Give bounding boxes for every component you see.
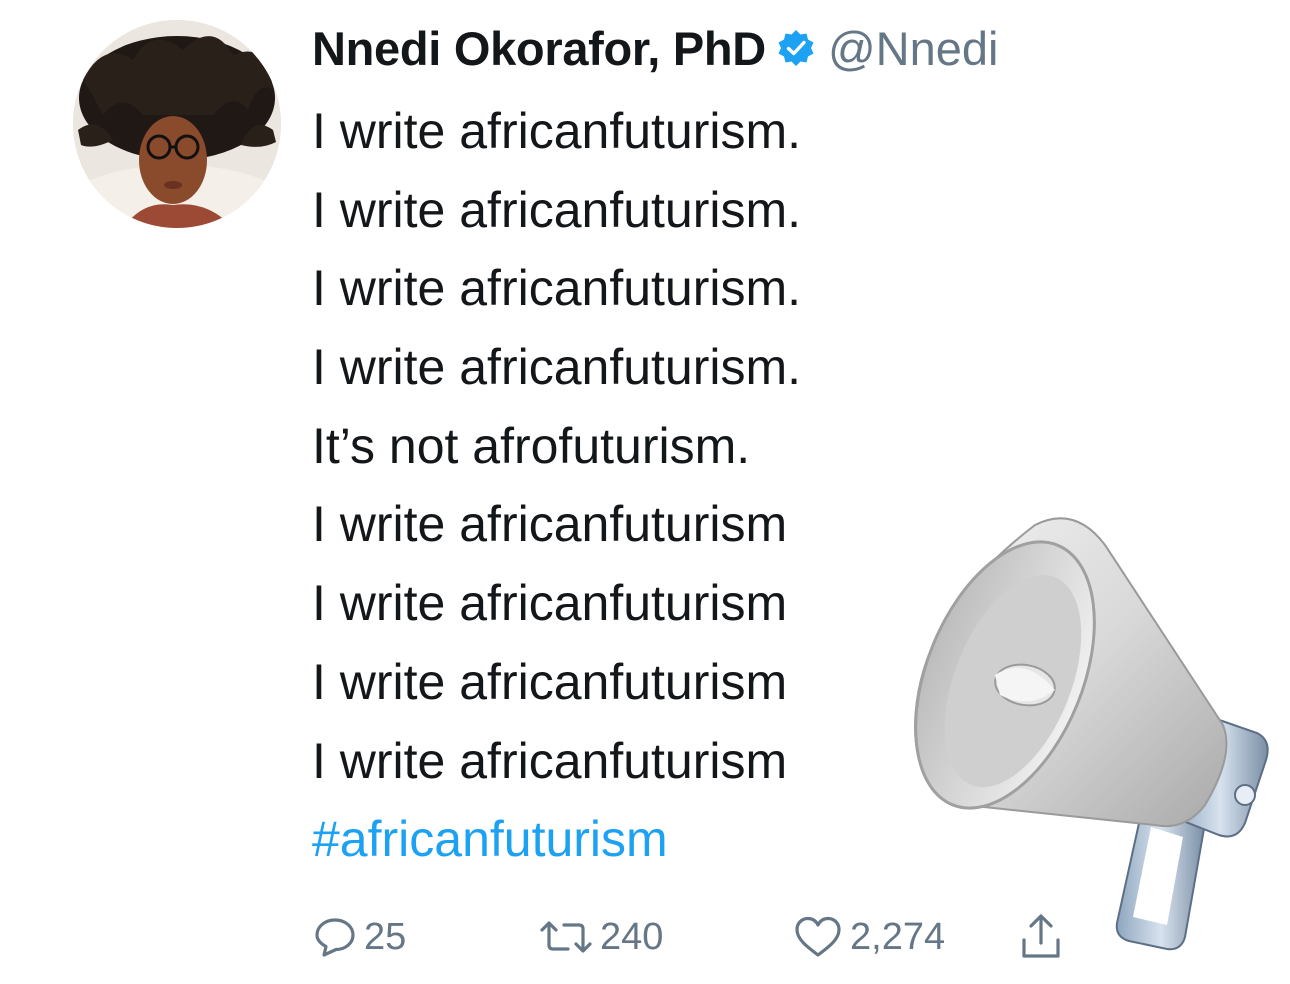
retweet-button[interactable]: 240: [538, 905, 663, 969]
retweet-icon: [540, 921, 592, 953]
heart-icon: [795, 916, 841, 957]
tweet-line: I write africanfuturism.: [312, 103, 802, 159]
tweet-line: I write africanfuturism.: [312, 260, 802, 317]
retweet-count: 240: [600, 915, 664, 958]
tweet-text: I write africanfuturism. I write african…: [312, 92, 952, 879]
tweet-line: I write africanfuturism: [312, 732, 788, 789]
hashtag-link[interactable]: #africanfuturism: [312, 800, 952, 879]
tweet-line: I write africanfuturism: [312, 575, 788, 632]
tweet-line: It’s not afrofuturism.: [312, 417, 751, 474]
reply-count: 25: [364, 915, 407, 958]
user-handle[interactable]: @Nnedi: [828, 21, 999, 76]
tweet-line: I write africanfuturism.: [312, 339, 802, 396]
tweet-line: I write africanfuturism.: [312, 181, 802, 238]
tweet-line: I write africanfuturism: [312, 496, 788, 553]
megaphone-icon: [913, 517, 1269, 951]
tweet-line: I write africanfuturism: [312, 653, 788, 710]
reply-button[interactable]: 25: [312, 905, 406, 969]
avatar[interactable]: [73, 20, 281, 228]
profile-photo: [73, 20, 281, 228]
verified-badge-icon: [778, 30, 814, 66]
reply-icon: [315, 918, 355, 957]
tweet-header: Nnedi Okorafor, PhD @Nnedi: [312, 16, 998, 80]
display-name[interactable]: Nnedi Okorafor, PhD: [312, 21, 766, 76]
megaphone-emoji: [905, 505, 1290, 955]
